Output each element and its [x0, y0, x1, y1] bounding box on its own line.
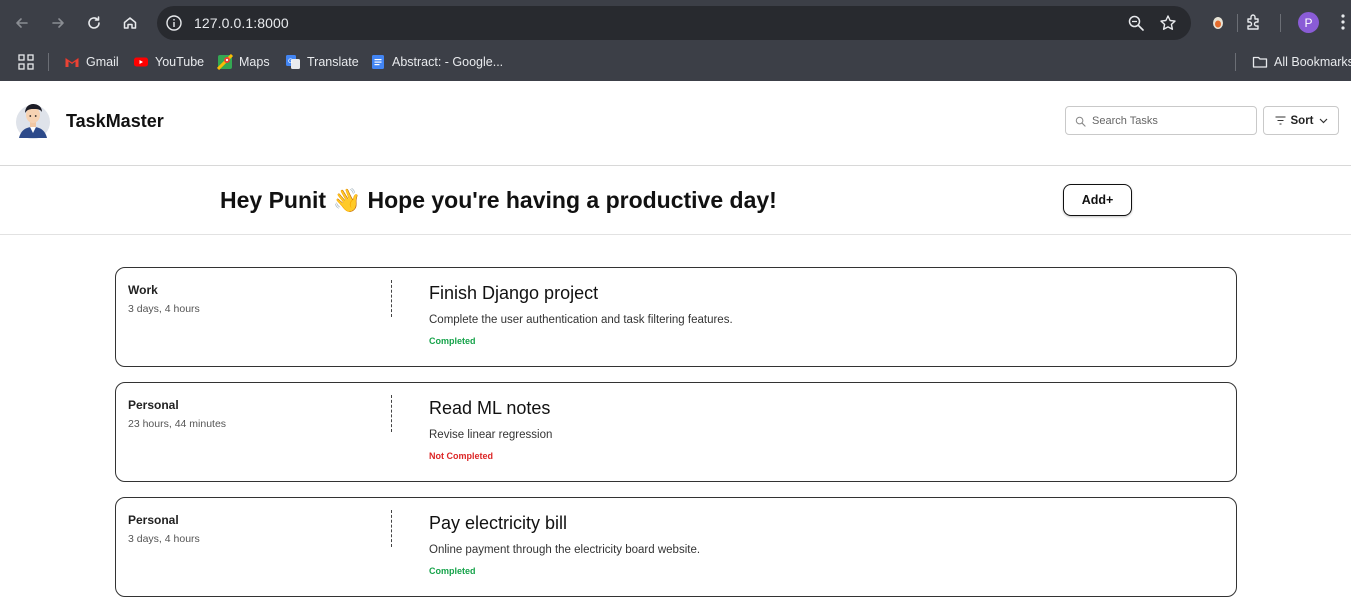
site-info-icon[interactable]	[165, 14, 183, 32]
search-box[interactable]	[1065, 106, 1257, 135]
task-status: Completed	[429, 336, 476, 346]
brand-title: TaskMaster	[66, 111, 164, 131]
bookmark-translate[interactable]: G Translate	[285, 52, 359, 72]
task-title: Finish Django project	[429, 283, 599, 303]
reload-button[interactable]	[80, 9, 108, 37]
task-title: Pay electricity bill	[429, 513, 568, 533]
task-description: Online payment through the electricity b…	[429, 544, 701, 556]
bookmarks-divider	[48, 53, 49, 71]
bookmark-maps[interactable]: Maps	[217, 52, 270, 72]
zoom-icon[interactable]	[1127, 14, 1145, 32]
bookmark-youtube[interactable]: YouTube	[133, 52, 204, 72]
sort-label: Sort	[1290, 114, 1314, 127]
task-card[interactable]: Personal 23 hours, 44 minutes Read ML no…	[115, 382, 1237, 482]
task-divider	[391, 280, 392, 317]
app-header: TaskMaster Sort	[0, 81, 1351, 166]
translate-icon: G	[286, 55, 300, 69]
search-input[interactable]	[1092, 111, 1252, 131]
home-icon	[123, 17, 137, 29]
svg-text:G: G	[288, 58, 293, 65]
extension-icon[interactable]	[1208, 12, 1228, 32]
youtube-icon	[134, 57, 148, 67]
forward-button[interactable]	[44, 9, 72, 37]
task-description: Revise linear regression	[429, 429, 553, 441]
task-time: 3 days, 4 hours	[128, 303, 200, 315]
apps-grid-icon	[18, 54, 34, 70]
all-bookmarks-button[interactable]: All Bookmarks	[1252, 52, 1351, 72]
search-icon	[1075, 116, 1086, 127]
docs-icon	[372, 55, 384, 69]
task-category: Personal	[128, 513, 179, 527]
task-category: Work	[128, 283, 158, 297]
url-text: 127.0.0.1:8000	[194, 15, 289, 31]
greeting-heading: Hey Punit 👋 Hope you're having a product…	[220, 187, 777, 213]
chevron-down-icon	[1319, 118, 1327, 123]
task-divider	[391, 510, 392, 547]
task-time: 23 hours, 44 minutes	[128, 418, 227, 430]
profile-avatar[interactable]: P	[1298, 12, 1319, 33]
home-button[interactable]	[116, 9, 144, 37]
task-status: Not Completed	[429, 451, 493, 461]
bookmarks-bar: Gmail YouTube Maps G Translate Abstract:…	[0, 45, 1351, 81]
bookmarks-divider	[1235, 53, 1236, 71]
task-category: Personal	[128, 398, 179, 412]
greeting-bar: Hey Punit 👋 Hope you're having a product…	[0, 166, 1351, 235]
puzzle-icon[interactable]	[1244, 12, 1264, 32]
browser-toolbar: 127.0.0.1:8000 P	[0, 0, 1351, 45]
toolbar-divider	[1280, 14, 1281, 32]
folder-icon	[1252, 56, 1268, 68]
address-bar[interactable]: 127.0.0.1:8000	[157, 6, 1191, 40]
task-status: Completed	[429, 566, 476, 576]
add-task-button[interactable]: Add+	[1063, 184, 1132, 216]
toolbar-divider	[1237, 14, 1238, 32]
reload-icon	[88, 16, 100, 29]
task-divider	[391, 395, 392, 432]
task-time: 3 days, 4 hours	[128, 533, 200, 545]
apps-button[interactable]	[18, 52, 34, 72]
arrow-left-icon	[16, 18, 28, 28]
task-card[interactable]: Personal 3 days, 4 hours Pay electricity…	[115, 497, 1237, 597]
bookmark-star-icon[interactable]	[1159, 14, 1177, 32]
arrow-right-icon	[52, 18, 64, 28]
user-avatar	[16, 104, 50, 139]
task-list: Work 3 days, 4 hours Finish Django proje…	[115, 267, 1237, 612]
browser-chrome: 127.0.0.1:8000 P Gmail YouTube Maps G Tr…	[0, 0, 1351, 81]
sort-button[interactable]: Sort	[1263, 106, 1339, 135]
task-description: Complete the user authentication and tas…	[429, 314, 733, 326]
filter-lines-icon	[1275, 116, 1285, 125]
task-card[interactable]: Work 3 days, 4 hours Finish Django proje…	[115, 267, 1237, 367]
task-title: Read ML notes	[429, 398, 551, 418]
back-button[interactable]	[8, 9, 36, 37]
bookmark-gmail[interactable]: Gmail	[64, 52, 119, 72]
kebab-menu-icon[interactable]	[1333, 12, 1351, 32]
maps-icon	[217, 54, 233, 70]
gmail-icon	[65, 57, 79, 67]
bookmark-abstract[interactable]: Abstract: - Google...	[370, 52, 503, 72]
